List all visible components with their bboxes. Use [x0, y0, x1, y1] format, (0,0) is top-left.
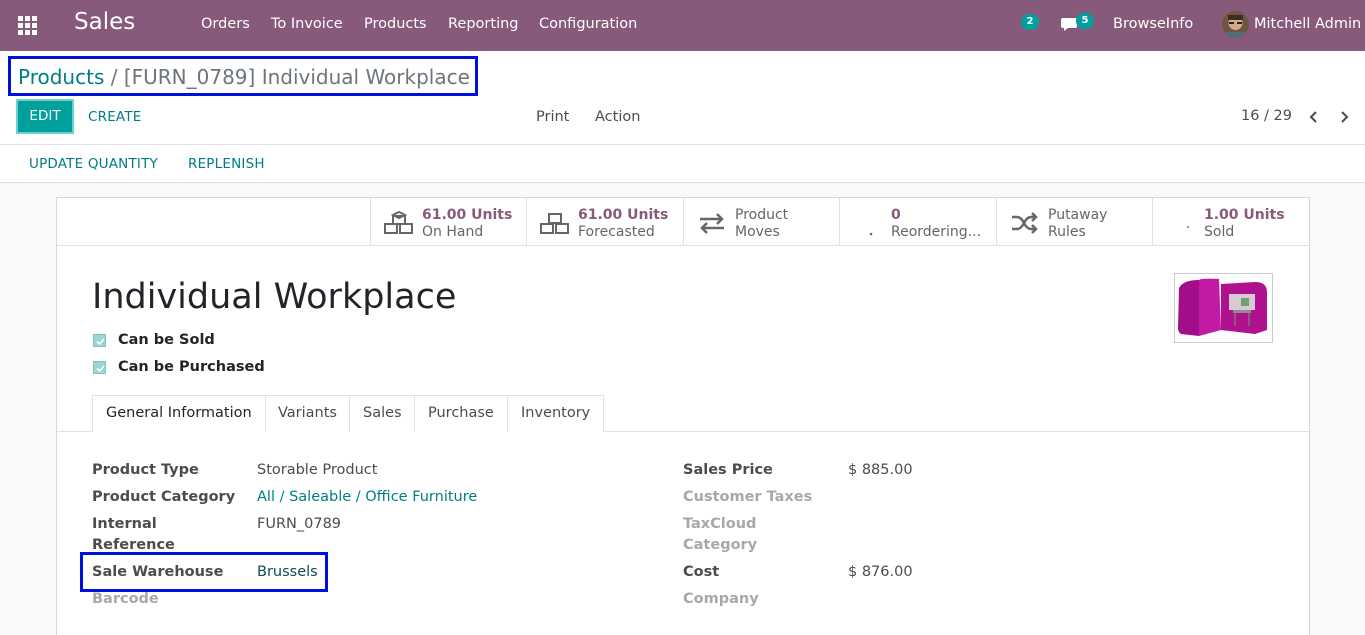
forecasted-label: Forecasted: [578, 224, 655, 240]
customer-taxes-label: Customer Taxes: [683, 489, 813, 505]
form-sheet: 61.00 Units On Hand 61.00 Units Forecast…: [56, 197, 1310, 635]
taxcloud-category-label-2: Category: [683, 537, 758, 553]
product-image[interactable]: [1174, 273, 1273, 343]
tab-sales[interactable]: Sales: [349, 395, 416, 432]
breadcrumb-products-link[interactable]: Products: [18, 65, 104, 89]
divider: [0, 144, 1365, 145]
putaway-label-2: Rules: [1048, 224, 1086, 240]
sale-warehouse-value[interactable]: Brussels: [257, 564, 318, 580]
top-navbar: Sales Orders To Invoice Products Reporti…: [0, 0, 1365, 51]
cost-label: Cost: [683, 564, 720, 580]
smart-button-sold[interactable]: 1.00 Units Sold: [1152, 198, 1309, 245]
sold-value: 1.00 Units: [1204, 207, 1285, 223]
forecasted-value: 61.00 Units: [578, 207, 669, 223]
sales-price-label: Sales Price: [683, 462, 773, 478]
internal-reference-value[interactable]: FURN_0789: [257, 516, 341, 532]
product-moves-label-1: Product: [735, 207, 789, 223]
internal-reference-label: Internal: [92, 516, 157, 532]
chevron-left-icon[interactable]: [1307, 110, 1321, 124]
sales-price-value[interactable]: $ 885.00: [848, 462, 913, 478]
activity-badge[interactable]: 2: [1021, 14, 1039, 30]
can-be-purchased-label[interactable]: Can be Purchased: [118, 359, 265, 375]
pager-value[interactable]: 16 / 29: [1241, 108, 1292, 124]
smart-button-reordering[interactable]: 0 Reordering...: [839, 198, 996, 245]
menu-configuration[interactable]: Configuration: [539, 16, 637, 32]
menu-products[interactable]: Products: [364, 16, 427, 32]
update-quantity-button[interactable]: UPDATE QUANTITY: [29, 156, 158, 172]
random-icon: [1012, 212, 1038, 234]
product-type-value[interactable]: Storable Product: [257, 462, 377, 478]
reordering-label: Reordering...: [891, 224, 982, 240]
sold-label: Sold: [1204, 224, 1235, 240]
smart-button-on-hand[interactable]: 61.00 Units On Hand: [370, 198, 527, 245]
breadcrumb-current: [FURN_0789] Individual Workplace: [123, 65, 470, 89]
on-hand-label: On Hand: [422, 224, 484, 240]
chevron-right-icon[interactable]: [1337, 110, 1351, 124]
create-button[interactable]: CREATE: [88, 109, 142, 125]
barcode-label: Barcode: [92, 591, 159, 607]
cubes-icon: [540, 213, 569, 234]
cubes-icon: [384, 210, 413, 234]
smart-button-product-moves[interactable]: Product Moves: [683, 198, 840, 245]
tab-purchase[interactable]: Purchase: [414, 395, 508, 432]
apps-menu-icon[interactable]: [18, 16, 37, 35]
smart-buttons-bar: 61.00 Units On Hand 61.00 Units Forecast…: [57, 198, 1309, 246]
reordering-value: 0: [891, 207, 901, 223]
can-be-purchased-checkbox[interactable]: [93, 361, 106, 374]
edit-button[interactable]: EDIT: [16, 99, 74, 134]
user-menu[interactable]: Mitchell Admin: [1254, 16, 1361, 32]
cost-value[interactable]: $ 876.00: [848, 564, 913, 580]
app-title: Sales: [74, 9, 136, 35]
refresh-icon: [869, 232, 873, 236]
breadcrumb: Products / [FURN_0789] Individual Workpl…: [18, 65, 470, 89]
tab-variants[interactable]: Variants: [264, 395, 351, 432]
internal-reference-label-2: Reference: [92, 537, 175, 553]
sale-warehouse-label: Sale Warehouse: [92, 564, 224, 580]
putaway-label-1: Putaway: [1048, 207, 1108, 223]
company-switcher[interactable]: BrowseInfo: [1113, 16, 1193, 32]
menu-to-invoice[interactable]: To Invoice: [271, 16, 343, 32]
replenish-button[interactable]: REPLENISH: [188, 156, 265, 172]
product-category-label: Product Category: [92, 489, 236, 505]
avatar[interactable]: [1222, 11, 1249, 38]
taxcloud-category-label: TaxCloud: [683, 516, 757, 532]
product-name[interactable]: Individual Workplace: [92, 277, 456, 317]
tab-general-information[interactable]: General Information: [92, 395, 266, 432]
product-category-link[interactable]: All / Saleable / Office Furniture: [257, 489, 477, 505]
action-dropdown[interactable]: Action: [595, 109, 640, 125]
message-badge[interactable]: 5: [1076, 13, 1094, 29]
product-moves-label-2: Moves: [735, 224, 780, 240]
tab-inventory[interactable]: Inventory: [507, 395, 605, 432]
can-be-sold-label[interactable]: Can be Sold: [118, 332, 215, 348]
breadcrumb-separator: /: [110, 65, 118, 89]
menu-reporting[interactable]: Reporting: [448, 16, 519, 32]
smart-button-putaway-rules[interactable]: Putaway Rules: [996, 198, 1153, 245]
print-dropdown[interactable]: Print: [536, 109, 569, 125]
company-label: Company: [683, 591, 759, 607]
exchange-icon: [700, 213, 724, 234]
menu-orders[interactable]: Orders: [201, 16, 250, 32]
smart-button-forecasted[interactable]: 61.00 Units Forecasted: [526, 198, 683, 245]
product-type-label: Product Type: [92, 462, 199, 478]
signal-icon: [1187, 226, 1189, 228]
can-be-sold-checkbox[interactable]: [93, 334, 106, 347]
on-hand-value: 61.00 Units: [422, 207, 513, 223]
